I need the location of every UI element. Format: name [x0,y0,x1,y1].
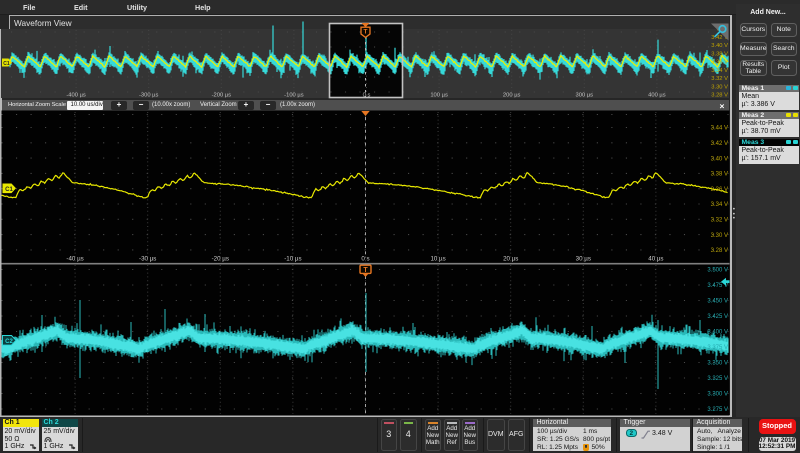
svg-text:T: T [364,28,368,35]
svg-text:-400 µs: -400 µs [66,92,86,98]
svg-text:3.325 V: 3.325 V [707,376,728,382]
svg-text:200 µs: 200 µs [503,92,521,98]
svg-text:-20 µs: -20 µs [212,255,229,262]
svg-text:0 s: 0 s [363,92,371,98]
svg-text:3.30 V: 3.30 V [711,84,728,90]
svg-text:3.28 V: 3.28 V [711,248,728,254]
svg-text:3.30 V: 3.30 V [711,233,728,239]
svg-text:3.34 V: 3.34 V [711,202,728,208]
svg-text:C2: C2 [5,339,13,345]
svg-text:3.36 V: 3.36 V [711,60,728,66]
svg-text:100 µs: 100 µs [430,92,448,98]
svg-text:3.32 V: 3.32 V [711,76,728,82]
svg-text:3.38 V: 3.38 V [711,172,728,178]
svg-text:3.350 V: 3.350 V [707,361,728,367]
svg-text:3.36 V: 3.36 V [711,187,728,193]
svg-text:3.450 V: 3.450 V [707,299,728,305]
svg-text:3.32 V: 3.32 V [711,218,728,224]
svg-text:20 µs: 20 µs [503,255,518,262]
svg-text:3.425 V: 3.425 V [707,314,728,320]
svg-text:3.40 V: 3.40 V [711,156,728,162]
svg-text:C1: C1 [3,61,10,67]
svg-text:3.44 V: 3.44 V [711,126,728,132]
svg-text:-30 µs: -30 µs [139,255,156,262]
svg-text:0 s: 0 s [361,255,369,262]
svg-text:3.500 V: 3.500 V [707,268,728,274]
svg-text:T: T [363,267,368,274]
svg-text:3.42 V: 3.42 V [711,141,728,147]
svg-text:3.300 V: 3.300 V [707,392,728,398]
svg-text:300 µs: 300 µs [576,92,594,98]
svg-text:3.40 V: 3.40 V [711,43,728,49]
svg-text:3.28 V: 3.28 V [711,93,728,99]
svg-text:40 µs: 40 µs [648,255,663,262]
svg-text:-200 µs: -200 µs [212,92,232,98]
svg-text:30 µs: 30 µs [576,255,591,262]
svg-text:-40 µs: -40 µs [66,255,83,262]
svg-text:400 µs: 400 µs [648,92,666,98]
svg-text:3.34 V: 3.34 V [711,68,728,74]
svg-text:10 µs: 10 µs [430,255,445,262]
svg-text:C1: C1 [5,187,13,193]
svg-text:3.38 V: 3.38 V [711,51,728,57]
svg-text:3.375 V: 3.375 V [707,345,728,351]
svg-text:-10 µs: -10 µs [284,255,301,262]
svg-text:-300 µs: -300 µs [139,92,159,98]
svg-text:3.400 V: 3.400 V [707,330,728,336]
svg-text:-100 µs: -100 µs [284,92,304,98]
svg-text:3.275 V: 3.275 V [707,407,728,413]
